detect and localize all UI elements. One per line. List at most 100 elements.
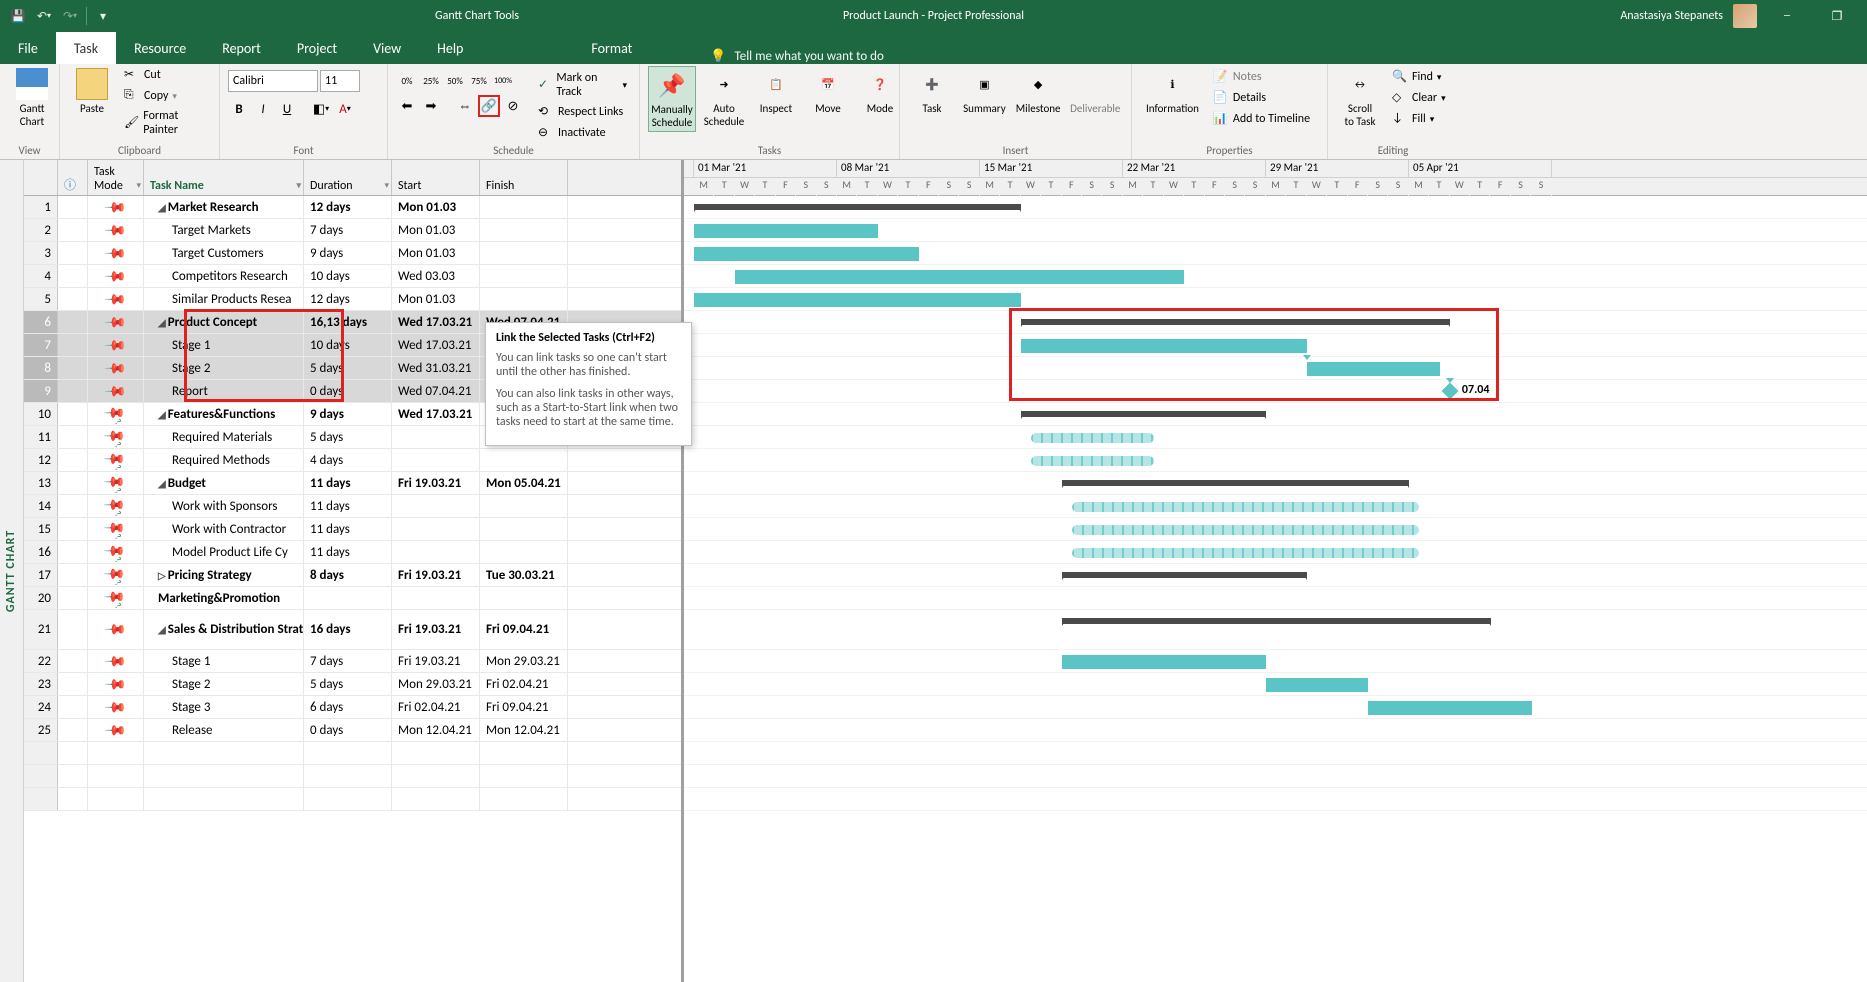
tell-me-search[interactable]: 💡 Tell me what you want to do	[710, 49, 884, 64]
gantt-bar[interactable]	[1072, 525, 1419, 535]
cell-start[interactable]: Mon 29.03.21	[392, 673, 480, 695]
pct0-button[interactable]: 0%	[396, 70, 418, 92]
cell-task-name[interactable]: Stage 1	[144, 334, 304, 356]
indent-button[interactable]: ➡	[420, 95, 442, 117]
row-number[interactable]: 13	[24, 472, 58, 494]
tab-format[interactable]: Format	[573, 32, 650, 64]
cell-task-name[interactable]: Similar Products Resea	[144, 288, 304, 310]
minimize-button[interactable]: ─	[1767, 4, 1807, 28]
cell-info[interactable]	[58, 219, 88, 241]
tab-report[interactable]: Report	[204, 32, 279, 64]
inactivate-button[interactable]: ⊖Inactivate	[534, 124, 631, 142]
cell-mode[interactable]: 📌	[88, 495, 144, 517]
cell-finish[interactable]	[480, 541, 568, 563]
cell-mode[interactable]: 📌	[88, 311, 144, 333]
cell-task-name[interactable]: Stage 1	[144, 650, 304, 672]
font-color-button[interactable]: A▾	[334, 98, 356, 120]
cell-start[interactable]	[392, 449, 480, 471]
cell-task-name[interactable]: ◢Budget	[144, 472, 304, 494]
cell-start[interactable]: Mon 01.03	[392, 242, 480, 264]
bold-button[interactable]: B	[228, 98, 250, 120]
cell-info[interactable]	[58, 518, 88, 540]
cell-task-name[interactable]: Target Markets	[144, 219, 304, 241]
inspect-button[interactable]: 📋 Inspect	[752, 66, 800, 117]
split-task-button[interactable]: ⇔	[454, 95, 476, 117]
cell-duration[interactable]: 11 days	[304, 472, 392, 494]
font-name-select[interactable]	[228, 70, 318, 92]
gantt-row[interactable]	[684, 265, 1867, 288]
task-row[interactable]: 20📌Marketing&Promotion	[24, 587, 681, 610]
cell-mode[interactable]: 📌	[88, 518, 144, 540]
move-button[interactable]: 📅 Move	[804, 66, 852, 117]
gantt-row[interactable]: 07.04	[684, 380, 1867, 403]
cell-start[interactable]	[392, 495, 480, 517]
task-row[interactable]: 24📌Stage 36 daysFri 02.04.21Fri 09.04.21	[24, 696, 681, 719]
task-row[interactable]: 13📌◢Budget11 daysFri 19.03.21Mon 05.04.2…	[24, 472, 681, 495]
cell-duration[interactable]: 11 days	[304, 541, 392, 563]
gantt-milestone[interactable]	[1441, 383, 1458, 400]
cell-duration[interactable]: 6 days	[304, 696, 392, 718]
tab-view[interactable]: View	[355, 32, 419, 64]
cell-mode[interactable]: 📌	[88, 242, 144, 264]
gantt-bar[interactable]	[694, 247, 919, 261]
gantt-bar[interactable]	[1031, 456, 1154, 466]
row-number[interactable]: 23	[24, 673, 58, 695]
gantt-bar[interactable]	[694, 293, 1021, 307]
cell-info[interactable]	[58, 334, 88, 356]
cell-duration[interactable]: 10 days	[304, 265, 392, 287]
cell-info[interactable]	[58, 265, 88, 287]
save-icon[interactable]: 💾	[8, 6, 28, 26]
cell-task-name[interactable]: Required Methods	[144, 449, 304, 471]
gantt-bar[interactable]	[735, 270, 1184, 284]
row-number[interactable]: 3	[24, 242, 58, 264]
gantt-bar[interactable]	[1266, 678, 1368, 692]
cell-duration[interactable]: 10 days	[304, 334, 392, 356]
cell-mode[interactable]: 📌	[88, 219, 144, 241]
cell-task-name[interactable]: Required Materials	[144, 426, 304, 448]
cell-finish[interactable]	[480, 242, 568, 264]
auto-schedule-button[interactable]: ➜ Auto Schedule	[700, 66, 748, 130]
cell-duration[interactable]: 5 days	[304, 673, 392, 695]
cell-task-name[interactable]: Report	[144, 380, 304, 402]
redo-icon[interactable]: ↷▾	[60, 6, 80, 26]
cell-mode[interactable]: 📌	[88, 541, 144, 563]
cell-duration[interactable]: 12 days	[304, 288, 392, 310]
task-row[interactable]: 15📌Work with Contractor11 days	[24, 518, 681, 541]
information-button[interactable]: ℹInformation	[1140, 66, 1205, 117]
cell-task-name[interactable]: Release	[144, 719, 304, 741]
cell-mode[interactable]: 📌	[88, 696, 144, 718]
row-number[interactable]: 15	[24, 518, 58, 540]
row-number[interactable]: 17	[24, 564, 58, 586]
notes-button[interactable]: 📝Notes	[1209, 68, 1314, 86]
cell-finish[interactable]	[480, 495, 568, 517]
cell-mode[interactable]: 📌	[88, 288, 144, 310]
gantt-row[interactable]	[684, 196, 1867, 219]
cell-mode[interactable]: 📌	[88, 449, 144, 471]
task-row[interactable]: 14📌Work with Sponsors11 days	[24, 495, 681, 518]
task-row[interactable]: 12📌Required Methods4 days	[24, 449, 681, 472]
gantt-chart-sidebar[interactable]: GANTT CHART	[0, 160, 24, 982]
gantt-row[interactable]	[684, 673, 1867, 696]
cell-info[interactable]	[58, 449, 88, 471]
cell-mode[interactable]: 📌	[88, 472, 144, 494]
cell-mode[interactable]: 📌	[88, 719, 144, 741]
cut-button[interactable]: ✂Cut	[120, 66, 211, 84]
cell-mode[interactable]: 📌	[88, 587, 144, 609]
fill-button[interactable]: ↓Fill▾	[1388, 110, 1450, 128]
gantt-bar[interactable]	[1021, 339, 1307, 353]
qat-dropdown-icon[interactable]: ▾	[93, 6, 113, 26]
gantt-row[interactable]	[684, 719, 1867, 742]
cell-duration[interactable]: 0 days	[304, 719, 392, 741]
cell-info[interactable]	[58, 650, 88, 672]
col-header-mode[interactable]: Task Mode▾	[88, 160, 144, 195]
gantt-row[interactable]	[684, 449, 1867, 472]
cell-finish[interactable]: Mon 29.03.21	[480, 650, 568, 672]
task-row-empty[interactable]	[24, 765, 681, 788]
gantt-row[interactable]	[684, 610, 1867, 650]
row-number[interactable]: 2	[24, 219, 58, 241]
gantt-bar[interactable]	[694, 204, 1021, 210]
cell-task-name[interactable]: ◢Product Concept	[144, 311, 304, 333]
cell-finish[interactable]: Tue 30.03.21	[480, 564, 568, 586]
col-header-start[interactable]: Start	[392, 160, 480, 195]
cell-mode[interactable]: 📌	[88, 357, 144, 379]
